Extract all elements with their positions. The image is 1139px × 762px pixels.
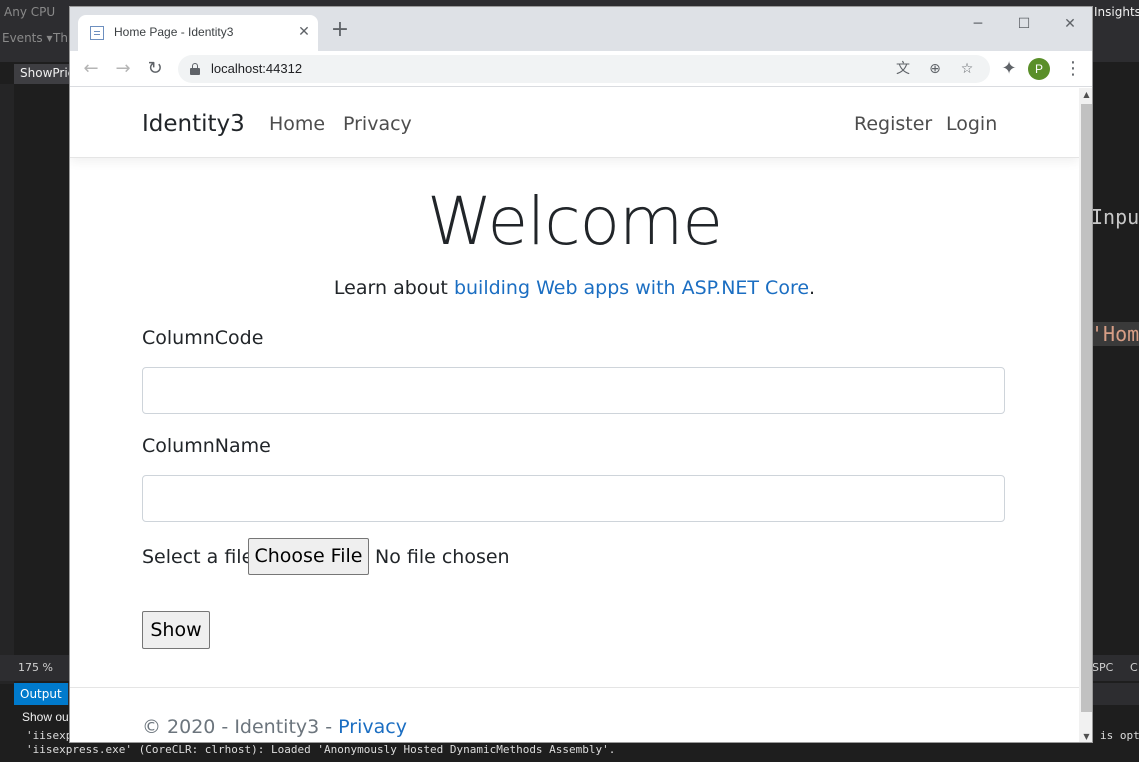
browser-tab[interactable]: Home Page - Identity3 ✕	[78, 15, 318, 51]
nav-privacy-link[interactable]: Privacy	[343, 113, 412, 135]
bookmark-star-icon[interactable]: ☆	[956, 58, 978, 80]
footer-divider	[70, 687, 1079, 688]
aspnet-docs-link[interactable]: building Web apps with ASP.NET Core	[454, 277, 809, 299]
zoom-icon[interactable]: ⊕	[924, 58, 946, 80]
browser-window: Home Page - Identity3 ✕ + ─ ☐ ✕ ← → ↻ lo…	[69, 6, 1093, 743]
output-tab[interactable]: Output	[14, 683, 68, 705]
welcome-heading: Welcome	[427, 183, 723, 260]
choose-file-button[interactable]: Choose File	[248, 538, 369, 575]
extensions-puzzle-icon[interactable]: ✦	[996, 56, 1022, 82]
page-scrollbar[interactable]: ▲ ▼	[1079, 88, 1092, 742]
zoom-level[interactable]: 175 %	[18, 661, 53, 674]
nav-login-link[interactable]: Login	[946, 113, 997, 135]
new-tab-icon[interactable]: +	[328, 19, 352, 43]
close-window-icon[interactable]: ✕	[1050, 11, 1090, 37]
file-status-text: No file chosen	[375, 546, 510, 568]
menu-kebab-icon[interactable]: ⋮	[1060, 56, 1086, 82]
maximize-icon[interactable]: ☐	[1004, 11, 1044, 37]
lock-icon[interactable]	[190, 63, 200, 75]
scrollbar-thumb[interactable]	[1081, 104, 1092, 712]
browser-toolbar: ← → ↻ localhost:44312 文 ⊕ ☆ ✦ P ⋮	[70, 51, 1092, 87]
learn-prefix: Learn about	[333, 277, 454, 299]
column-code-label: ColumnCode	[142, 327, 264, 349]
nav-register-link[interactable]: Register	[854, 113, 932, 135]
minimize-icon[interactable]: ─	[958, 11, 998, 37]
editor-tab[interactable]: ShowPrice	[14, 64, 72, 84]
footer-privacy-link[interactable]: Privacy	[338, 716, 407, 738]
output-line: 'iisexp	[26, 729, 73, 742]
output-line: is opti	[1100, 729, 1139, 742]
tab-close-icon[interactable]: ✕	[294, 22, 314, 42]
platform-label[interactable]: Any CPU	[4, 5, 55, 19]
status-col: C	[1130, 661, 1138, 674]
back-arrow-icon[interactable]: ←	[78, 56, 104, 82]
translate-icon[interactable]: 文	[892, 58, 914, 80]
show-button[interactable]: Show	[142, 611, 210, 649]
column-code-input[interactable]	[142, 367, 1005, 414]
scroll-down-icon[interactable]: ▼	[1079, 730, 1092, 742]
insights-label[interactable]: Insights	[1094, 5, 1139, 19]
output-line: 'iisexpress.exe' (CoreCLR: clrhost): Loa…	[26, 743, 616, 756]
site-navbar: Identity3 Home Privacy Register Login	[70, 88, 1079, 158]
url-text[interactable]: localhost:44312	[211, 61, 302, 76]
column-name-input[interactable]	[142, 475, 1005, 522]
forward-arrow-icon[interactable]: →	[110, 56, 136, 82]
reload-icon[interactable]: ↻	[142, 56, 168, 82]
select-file-label: Select a file	[142, 546, 254, 568]
nav-home-link[interactable]: Home	[269, 113, 325, 135]
web-page: Identity3 Home Privacy Register Login We…	[70, 88, 1079, 742]
show-output-from[interactable]: Show out	[22, 710, 72, 724]
footer-copyright: © 2020 - Identity3 -	[142, 716, 339, 738]
column-name-label: ColumnName	[142, 435, 271, 457]
address-bar[interactable]: localhost:44312 文 ⊕ ☆	[178, 55, 990, 83]
status-spc: SPC	[1092, 661, 1114, 674]
browser-titlebar: Home Page - Identity3 ✕ + ─ ☐ ✕	[70, 7, 1092, 51]
site-footer: © 2020 - Identity3 - Privacy	[142, 716, 407, 738]
page-favicon-icon	[90, 26, 104, 40]
ide-code-area: Inpu 'Hom	[1091, 62, 1139, 682]
code-line: Inpu	[1091, 205, 1139, 229]
learn-suffix: .	[809, 277, 816, 299]
learn-about-text: Learn about building Web apps with ASP.N…	[70, 277, 1079, 299]
ide-left-strip	[0, 84, 14, 684]
site-brand[interactable]: Identity3	[142, 111, 245, 137]
scroll-up-icon[interactable]: ▲	[1079, 88, 1092, 102]
events-dropdown[interactable]: Events ▾	[2, 31, 52, 45]
profile-avatar[interactable]: P	[1028, 58, 1050, 80]
code-line: 'Hom	[1091, 322, 1139, 346]
tab-title: Home Page - Identity3	[114, 25, 234, 39]
